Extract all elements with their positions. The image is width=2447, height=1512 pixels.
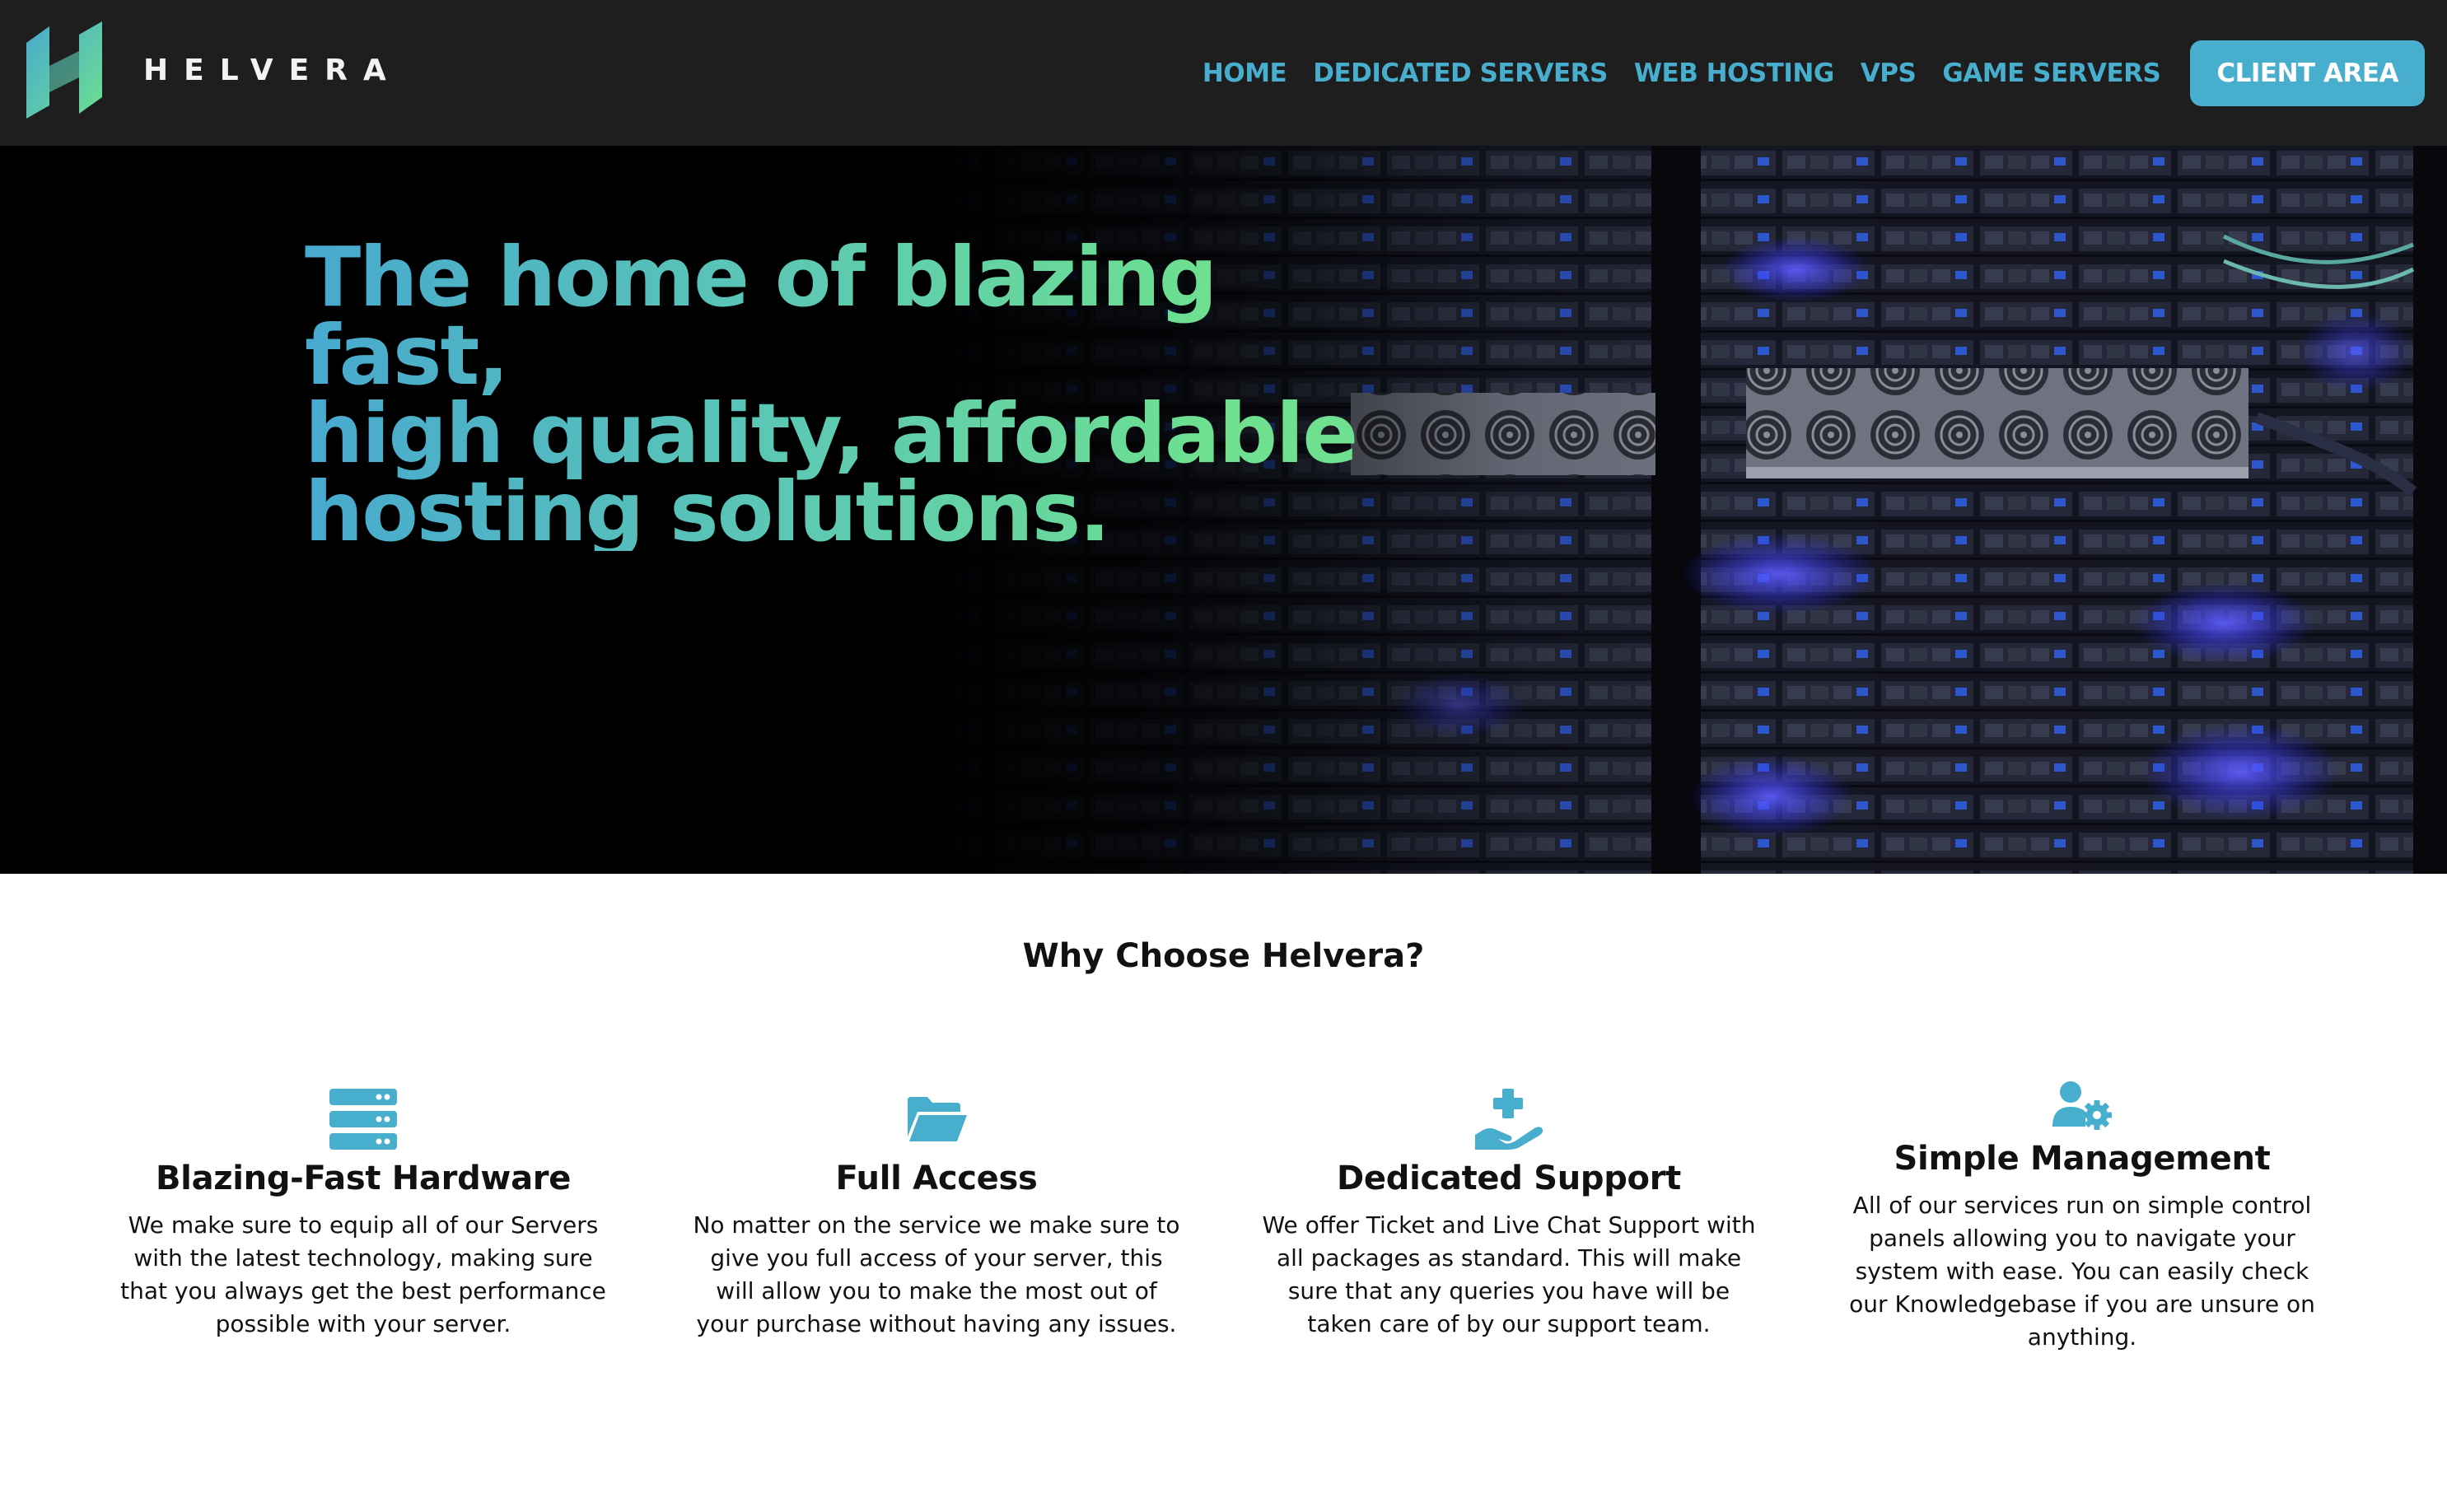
feature-title: Simple Management [1894,1140,2271,1178]
feature-full-access: Full Access No matter on the service we … [681,1089,1192,1341]
why-choose-title: Why Choose Helvera? [1022,937,1425,975]
feature-description: We make sure to equip all of our Servers… [120,1211,606,1337]
folder-open-icon [908,1097,967,1141]
feature-simple-management: Simple Management All of our services ru… [1827,1080,2337,1354]
feature-title: Dedicated Support [1337,1160,1681,1197]
brand-name: HELVERA [143,53,402,87]
nav-vps[interactable]: VPS [1861,58,1917,88]
hero-headline-line-3: hosting solutions. [305,464,1109,560]
hero-headline-line-1: The home of blazing fast, [305,229,1216,404]
feature-title: Full Access [835,1160,1038,1197]
top-navigation: HELVERA HOME DEDICATED SERVERS WEB HOSTI… [0,0,2447,146]
client-area-button[interactable]: CLIENT AREA [2190,40,2425,106]
feature-description: All of our services run on simple contro… [1849,1192,2315,1351]
feature-description: We offer Ticket and Live Chat Support wi… [1262,1211,1756,1337]
nav-web-hosting[interactable]: WEB HOSTING [1634,58,1834,88]
hand-plus-icon [1475,1089,1543,1150]
feature-description: No matter on the service we make sure to… [693,1211,1180,1337]
user-gear-icon [2052,1081,2112,1130]
helvera-logo-icon [26,21,102,119]
nav-game-servers[interactable]: GAME SERVERS [1942,58,2161,88]
hero-headline: The home of blazing fast, high quality, … [305,238,1375,551]
hero-banner: The home of blazing fast, high quality, … [0,146,2447,874]
nav-links: HOME DEDICATED SERVERS WEB HOSTING VPS G… [1202,0,2447,146]
brand-logo[interactable]: HELVERA [18,18,402,122]
nav-home[interactable]: HOME [1202,58,1287,88]
server-stack-icon [329,1089,397,1150]
feature-blazing-fast-hardware: Blazing-Fast Hardware We make sure to eq… [108,1089,619,1341]
nav-dedicated-servers[interactable]: DEDICATED SERVERS [1313,58,1608,88]
feature-dedicated-support: Dedicated Support We offer Ticket and Li… [1254,1089,1764,1341]
feature-title: Blazing-Fast Hardware [155,1160,572,1197]
